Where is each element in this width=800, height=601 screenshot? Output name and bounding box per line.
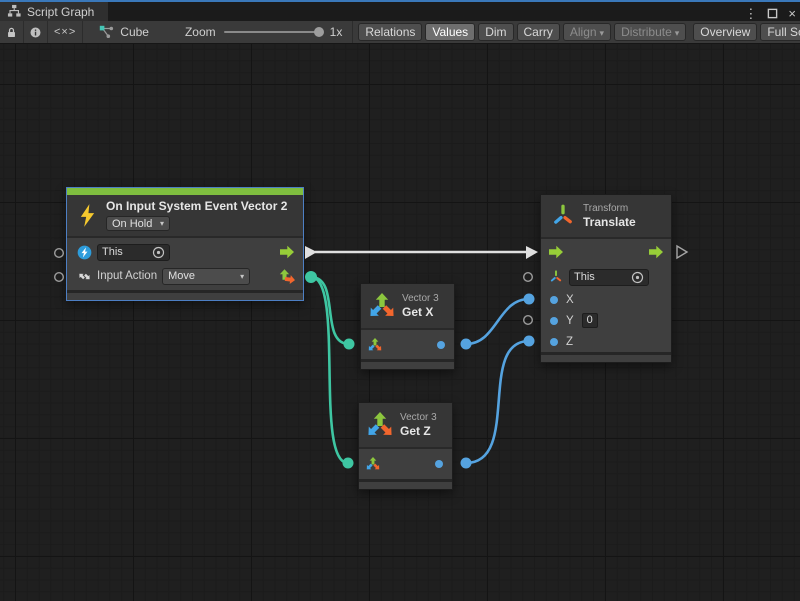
zoom-slider[interactable] [224,31,322,33]
node-on-input-system-event[interactable]: On Input System Event Vector 2 On Hold ▾… [66,187,304,301]
vector3-input-port[interactable] [366,457,380,471]
port-x-dot[interactable] [550,296,558,304]
port-marker-event-in-1[interactable] [55,249,64,258]
flow-machine-icon [77,245,92,260]
zoom-label: Zoom [185,25,216,39]
float-output-port[interactable] [437,341,445,349]
target-picker-icon[interactable] [152,246,165,259]
wire-end-getx-out[interactable] [461,339,472,350]
float-output-port[interactable] [435,460,443,468]
zoom-value: 1x [330,25,343,39]
wire-vector2-to-getz [311,277,348,463]
input-action-dropdown[interactable]: Move ▾ [162,268,250,285]
overview-button[interactable]: Overview [693,23,757,41]
vector3-icon [369,293,395,319]
port-y-dot[interactable] [550,317,558,325]
node-category: Vector 3 [402,293,439,304]
dim-button[interactable]: Dim [478,23,513,41]
port-y-label: Y [566,315,574,327]
wire-end-getz-in[interactable] [343,458,354,469]
graph-toolbar: <×> Cube Zoom 1x Relations Values Dim Ca… [0,21,800,44]
node-title: Translate [583,215,636,229]
control-output-port[interactable] [279,245,295,259]
vector3-icon [367,412,393,438]
graph-breadcrumb-cube[interactable]: Cube [91,21,159,43]
maximize-icon[interactable] [767,8,778,19]
input-action-label: Input Action [97,270,157,282]
transform-port-icon[interactable] [549,270,563,284]
node-get-z[interactable]: Vector 3 Get Z [358,402,453,490]
values-button[interactable]: Values [425,23,475,41]
node-title: Get X [402,305,439,319]
port-marker-translate-y[interactable] [524,316,533,325]
wire-end-z-in[interactable] [524,336,535,347]
node-category: Vector 3 [400,412,437,423]
script-graph-icon [99,25,114,40]
toolbar-buttons: Relations Values Dim Carry Align▾ Distri… [352,21,800,43]
node-title: On Input System Event Vector 2 [106,199,287,213]
wire-end-x-in[interactable] [524,294,535,305]
node-footer [541,352,671,362]
wire-end-getz-out[interactable] [461,458,472,469]
zoom-handle[interactable] [314,27,324,37]
translate-this-field[interactable]: This [569,269,649,286]
input-action-icon [77,269,92,284]
relations-button[interactable]: Relations [358,23,422,41]
port-marker-translate-this[interactable] [524,273,533,282]
node-title: Get Z [400,424,437,438]
wire-vector2-to-getx [311,277,349,344]
wire-getx-to-x [466,299,529,344]
code-glyph: <×> [54,26,76,38]
align-dropdown[interactable]: Align▾ [563,23,611,41]
node-category: Transform [583,203,636,214]
control-input-port[interactable] [548,245,564,259]
tab-script-graph[interactable]: Script Graph [0,2,108,21]
node-get-x[interactable]: Vector 3 Get X [360,283,455,370]
port-z-dot[interactable] [550,338,558,346]
caret-down-icon: ▾ [154,219,164,228]
tab-title: Script Graph [27,5,94,19]
node-footer [359,479,452,489]
graph-name: Cube [120,25,149,39]
wire-getz-to-z [466,341,529,463]
port-z-label: Z [566,336,573,348]
graph-hierarchy-icon [7,4,22,19]
vector2-output-port[interactable] [279,268,296,284]
lock-icon [6,25,17,40]
node-footer [361,359,454,369]
lightning-icon [78,203,97,228]
port-x-label: X [566,294,574,306]
distribute-dropdown[interactable]: Distribute▾ [614,23,686,41]
info-icon [30,25,41,40]
lock-button[interactable] [0,21,24,43]
event-color-strip [67,188,303,195]
zoom-control: Zoom 1x [159,25,352,39]
caret-down-icon: ▾ [600,28,605,38]
wire-end-vector2-out[interactable] [305,271,317,283]
fullscreen-button[interactable]: Full Screen [760,23,800,41]
port-y-value-field[interactable]: 0 [582,313,598,328]
carry-button[interactable]: Carry [517,23,560,41]
event-this-field[interactable]: This [97,244,170,261]
caret-down-icon: ▾ [675,28,680,38]
wire-end-getx-in[interactable] [344,339,355,350]
close-icon[interactable]: × [788,7,796,20]
node-translate[interactable]: Transform Translate This [540,194,672,363]
control-wire [305,246,538,259]
node-footer [67,290,303,300]
tab-bar: Script Graph ⋮ × [0,2,800,21]
graph-canvas[interactable]: On Input System Event Vector 2 On Hold ▾… [0,44,800,601]
port-marker-translate-out[interactable] [677,246,687,258]
window-focus-line [0,0,800,2]
kebab-menu-icon[interactable]: ⋮ [744,7,757,20]
port-marker-event-in-2[interactable] [55,273,64,282]
caret-down-icon: ▾ [234,272,244,281]
transform-icon [551,204,575,228]
event-mode-dropdown[interactable]: On Hold ▾ [106,216,170,231]
control-output-port[interactable] [648,245,664,259]
target-picker-icon[interactable] [631,271,644,284]
vector3-input-port[interactable] [368,338,382,352]
info-button[interactable] [24,21,48,43]
code-view-button[interactable]: <×> [48,21,83,43]
